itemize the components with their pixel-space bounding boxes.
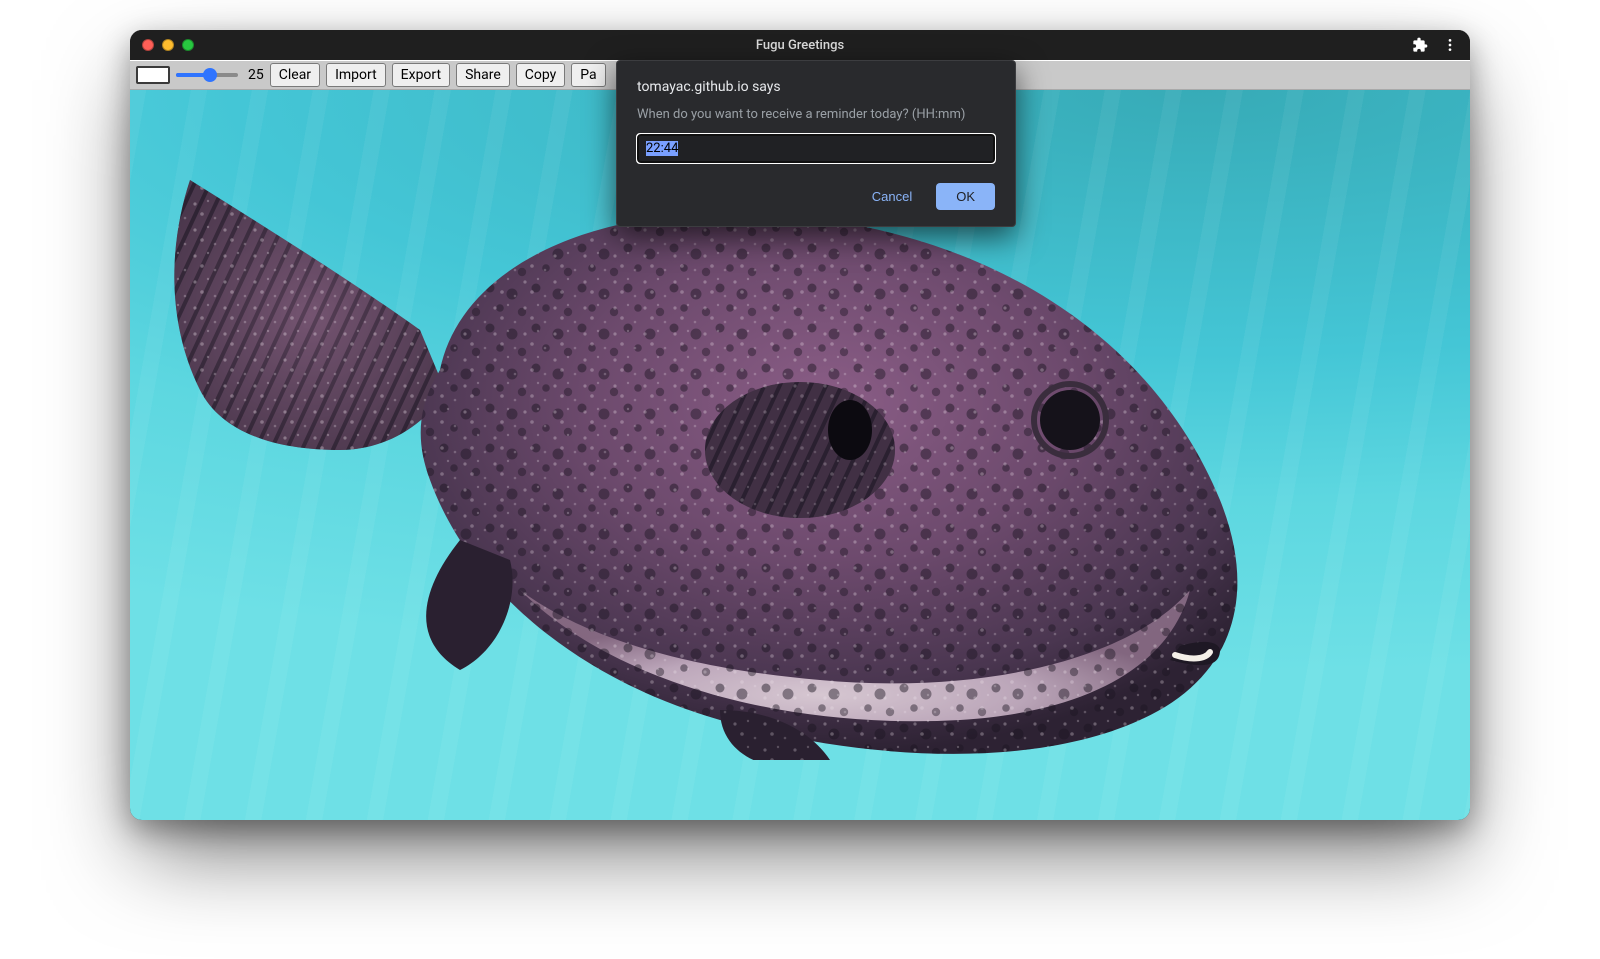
brush-size-slider[interactable]	[176, 68, 238, 82]
slider-thumb[interactable]	[203, 68, 217, 82]
js-prompt-dialog: tomayac.github.io says When do you want …	[616, 60, 1016, 227]
minimize-window-button[interactable]	[162, 39, 174, 51]
prompt-actions: Cancel OK	[637, 183, 995, 210]
prompt-input[interactable]	[637, 134, 995, 163]
close-window-button[interactable]	[142, 39, 154, 51]
import-button[interactable]: Import	[326, 63, 386, 87]
window-title: Fugu Greetings	[130, 38, 1470, 53]
prompt-origin: tomayac.github.io says	[637, 79, 995, 95]
paste-button[interactable]: Pa	[571, 63, 605, 87]
titlebar: Fugu Greetings	[130, 30, 1470, 60]
brush-size-value: 25	[248, 67, 264, 83]
prompt-message: When do you want to receive a reminder t…	[637, 107, 995, 122]
color-picker[interactable]	[136, 66, 170, 84]
maximize-window-button[interactable]	[182, 39, 194, 51]
app-window: Fugu Greetings 25 Clear Import Export Sh…	[130, 30, 1470, 820]
extensions-icon[interactable]	[1412, 37, 1428, 53]
window-controls	[142, 39, 194, 51]
export-button[interactable]: Export	[392, 63, 450, 87]
copy-button[interactable]: Copy	[516, 63, 566, 87]
ok-button[interactable]: OK	[936, 183, 995, 210]
share-button[interactable]: Share	[456, 63, 510, 87]
kebab-menu-icon[interactable]	[1442, 37, 1458, 53]
cancel-button[interactable]: Cancel	[866, 183, 918, 210]
clear-button[interactable]: Clear	[270, 63, 320, 87]
